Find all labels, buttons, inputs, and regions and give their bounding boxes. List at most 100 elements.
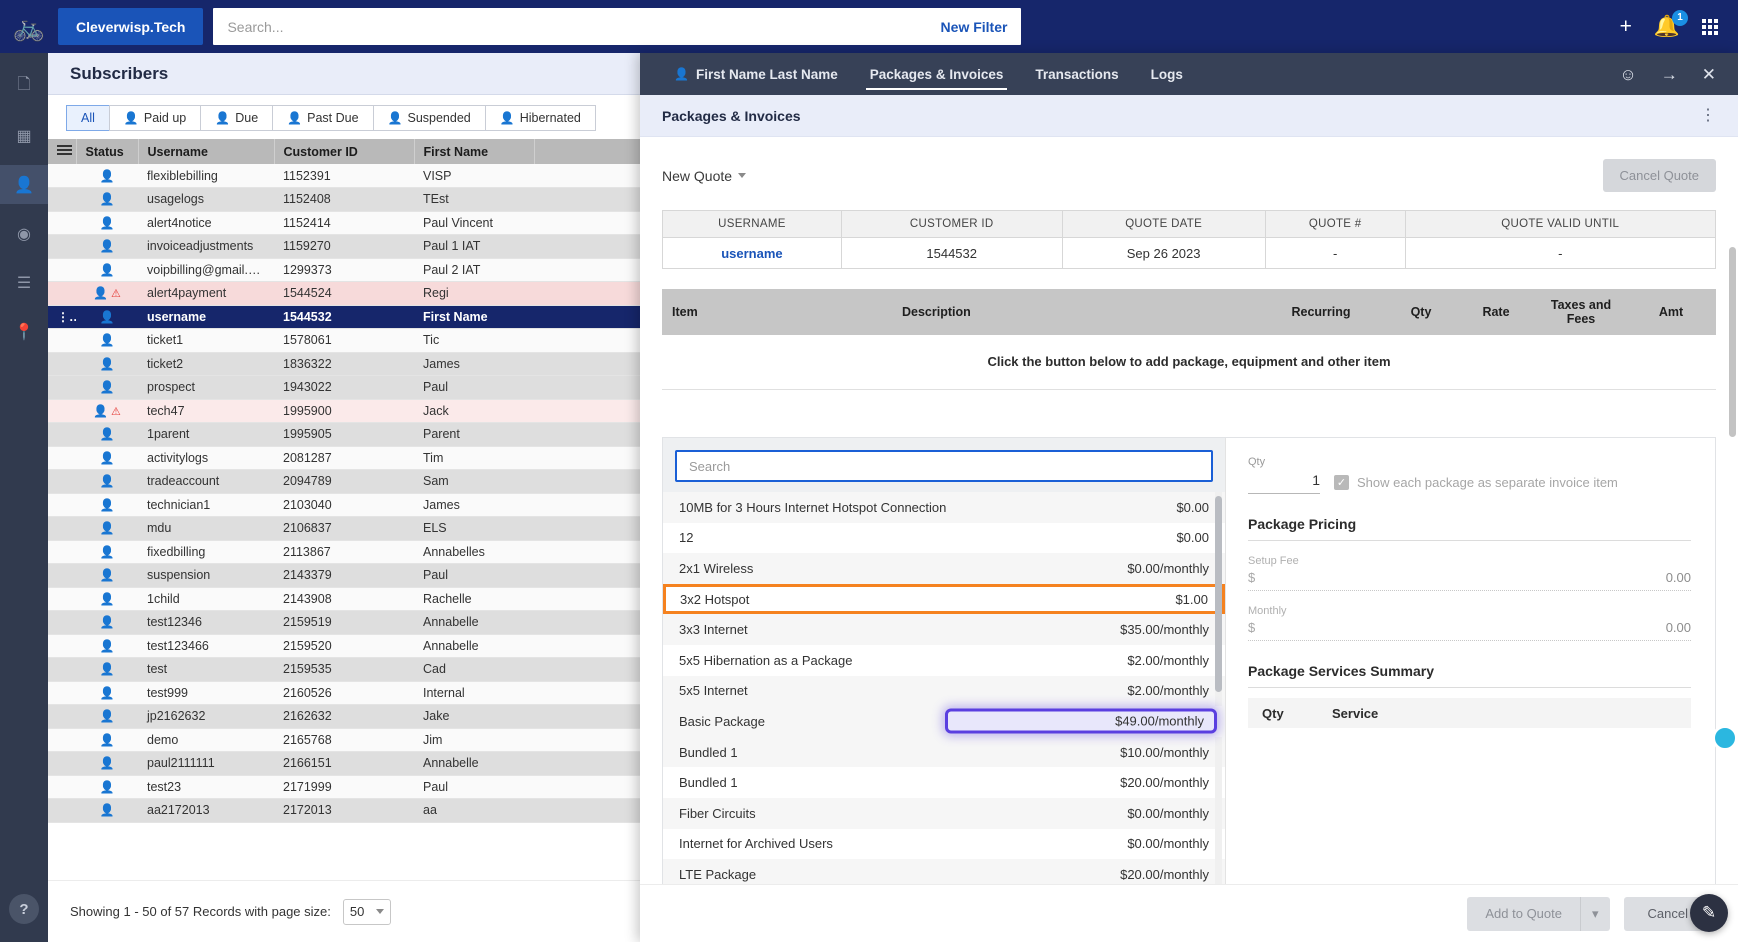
- sidebar-item-dashboard[interactable]: ▦: [0, 116, 48, 155]
- package-list-item[interactable]: Basic Package $49.00/monthly: [663, 706, 1225, 737]
- expand-right-icon[interactable]: →: [1661, 66, 1678, 83]
- add-to-quote-button[interactable]: Add to Quote ▾: [1467, 896, 1610, 931]
- tab-customer[interactable]: 👤 First Name Last Name: [658, 53, 854, 95]
- filter-suspended[interactable]: 👤 Suspended: [372, 105, 486, 131]
- status-cell: 👤: [76, 258, 138, 282]
- checkbox-checked-icon[interactable]: ✓: [1334, 475, 1349, 490]
- new-quote-dropdown[interactable]: New Quote: [662, 168, 747, 184]
- package-list-item[interactable]: 5x5 Internet $2.00/monthly: [663, 675, 1225, 707]
- status-person-icon: 👤: [99, 591, 115, 606]
- setup-fee-field[interactable]: $ 0.00: [1248, 567, 1691, 591]
- column-first-name[interactable]: First Name: [414, 139, 535, 164]
- customer-id-cell: 1995905: [274, 422, 414, 447]
- customer-id-cell: 2081287: [274, 446, 414, 470]
- package-price: $0.00/monthly: [1127, 836, 1209, 852]
- package-list-item[interactable]: Internet for Archived Users $0.00/monthly: [663, 829, 1225, 860]
- alert-warning-icon: ⚠: [111, 405, 121, 418]
- filter-due[interactable]: 👤 Due: [200, 105, 274, 131]
- items-column-recurring: Recurring: [1256, 289, 1386, 335]
- tab-logs-label: Logs: [1150, 66, 1183, 82]
- filter-label: Suspended: [407, 111, 471, 125]
- package-list-item[interactable]: Bundled 1 $10.00/monthly: [663, 736, 1225, 768]
- package-list-item[interactable]: 3x2 Hotspot $1.00: [663, 583, 1225, 615]
- help-button[interactable]: ?: [9, 894, 39, 924]
- tab-packages-invoices[interactable]: Packages & Invoices: [854, 53, 1020, 95]
- sidebar-item-billing[interactable]: ◉: [0, 214, 48, 253]
- filter-paid-up[interactable]: 👤 Paid up: [108, 105, 202, 131]
- qty-input[interactable]: 1: [1248, 472, 1320, 494]
- footprint-logo-icon: 🚲: [12, 11, 46, 42]
- items-column-taxes-fees: Taxes and Fees: [1536, 289, 1626, 335]
- first-name-cell: Tim: [414, 446, 534, 470]
- username-cell: test23: [138, 775, 274, 799]
- package-search-input[interactable]: Search: [675, 450, 1213, 482]
- first-name-cell: Annabelle: [414, 634, 534, 658]
- monthly-fee-field[interactable]: $ 0.00: [1248, 617, 1691, 641]
- package-name: 5x5 Internet: [679, 683, 748, 699]
- status-cell: 👤 ⚠: [76, 281, 138, 306]
- first-name-cell: aa: [414, 798, 534, 823]
- plus-icon[interactable]: +: [1620, 16, 1632, 37]
- package-name: Basic Package: [679, 713, 765, 729]
- package-price: $2.00/monthly: [1127, 652, 1209, 668]
- row-menu-cell: [48, 211, 76, 235]
- customer-id-cell: 1995900: [274, 399, 414, 423]
- package-name: 3x2 Hotspot: [680, 591, 750, 607]
- status-person-icon: 👤: [99, 756, 115, 771]
- close-icon[interactable]: ✕: [1702, 66, 1716, 83]
- drawer-tab-actions: ☺ → ✕: [1619, 53, 1738, 95]
- page-size-select[interactable]: 50: [342, 898, 391, 925]
- tab-transactions[interactable]: Transactions: [1019, 53, 1134, 95]
- edit-pencil-icon[interactable]: ✎: [1690, 894, 1728, 932]
- qty-row: 1 ✓ Show each package as separate invoic…: [1248, 472, 1691, 494]
- brand-tab[interactable]: Cleverwisp.Tech: [58, 8, 204, 45]
- chat-bubble-icon[interactable]: [1712, 725, 1738, 751]
- username-cell: aa2172013: [138, 798, 274, 823]
- package-list-item[interactable]: 12 $0.00: [663, 523, 1225, 554]
- package-list-item[interactable]: Bundled 1 $20.00/monthly: [663, 767, 1225, 798]
- filter-hibernated[interactable]: 👤 Hibernated: [484, 105, 596, 131]
- customer-id-cell: 2143908: [274, 587, 414, 611]
- tab-logs[interactable]: Logs: [1135, 53, 1199, 95]
- column-menu-toggle[interactable]: [48, 139, 77, 164]
- more-vertical-icon[interactable]: ⋮: [57, 310, 76, 324]
- status-person-icon: 👤: [99, 333, 115, 348]
- drawer-scrollbar[interactable]: [1729, 247, 1736, 437]
- filter-label: Past Due: [307, 111, 359, 125]
- new-filter-link[interactable]: New Filter: [941, 19, 1008, 35]
- package-list-item[interactable]: 2x1 Wireless $0.00/monthly: [663, 553, 1225, 584]
- setup-fee-value: 0.00: [1665, 570, 1691, 585]
- separate-invoice-checkbox-row[interactable]: ✓ Show each package as separate invoice …: [1334, 475, 1618, 494]
- apps-grid-icon[interactable]: [1702, 18, 1718, 35]
- emoji-icon[interactable]: ☺: [1619, 66, 1636, 83]
- column-status[interactable]: Status: [76, 139, 139, 164]
- global-search[interactable]: Search... New Filter: [213, 8, 1022, 45]
- package-list-item[interactable]: 10MB for 3 Hours Internet Hotspot Connec…: [663, 492, 1225, 523]
- sidebar-item-map[interactable]: 📍: [0, 312, 48, 351]
- search-input-placeholder[interactable]: Search...: [227, 19, 283, 35]
- sidebar-item-subscribers[interactable]: 👤: [0, 165, 48, 204]
- app-logo[interactable]: 🚲: [0, 0, 58, 53]
- row-menu-cell[interactable]: ⋮: [48, 305, 76, 329]
- bell-icon[interactable]: 🔔 1: [1654, 10, 1688, 37]
- filter-past-due[interactable]: 👤 Past Due: [272, 105, 374, 131]
- column-customer-id[interactable]: Customer ID: [274, 139, 415, 164]
- top-bar: 🚲 Cleverwisp.Tech Search... New Filter +…: [0, 0, 1738, 53]
- sidebar-item-copies[interactable]: 🗋: [0, 67, 48, 106]
- sidebar-item-lists[interactable]: ☰: [0, 263, 48, 302]
- package-list-item[interactable]: 5x5 Hibernation as a Package $2.00/monthl…: [663, 645, 1225, 676]
- package-list-item[interactable]: 3x3 Internet $35.00/monthly: [663, 614, 1225, 645]
- customer-id-cell: 2171999: [274, 775, 414, 799]
- column-username[interactable]: Username: [138, 139, 275, 164]
- row-menu-cell: [48, 704, 76, 729]
- status-person-icon: 👤: [99, 474, 115, 489]
- more-vertical-icon[interactable]: ⋮: [1700, 107, 1716, 124]
- package-list-scrollbar[interactable]: [1215, 496, 1222, 692]
- customer-id-cell: 2159535: [274, 657, 414, 682]
- quote-value-cell[interactable]: username: [662, 237, 842, 269]
- filter-all[interactable]: All: [66, 105, 110, 131]
- username-cell: alert4payment: [138, 281, 274, 306]
- package-list-item[interactable]: Fiber Circuits $0.00/monthly: [663, 797, 1225, 829]
- chevron-down-icon: [375, 909, 384, 914]
- cancel-quote-button[interactable]: Cancel Quote: [1602, 159, 1716, 192]
